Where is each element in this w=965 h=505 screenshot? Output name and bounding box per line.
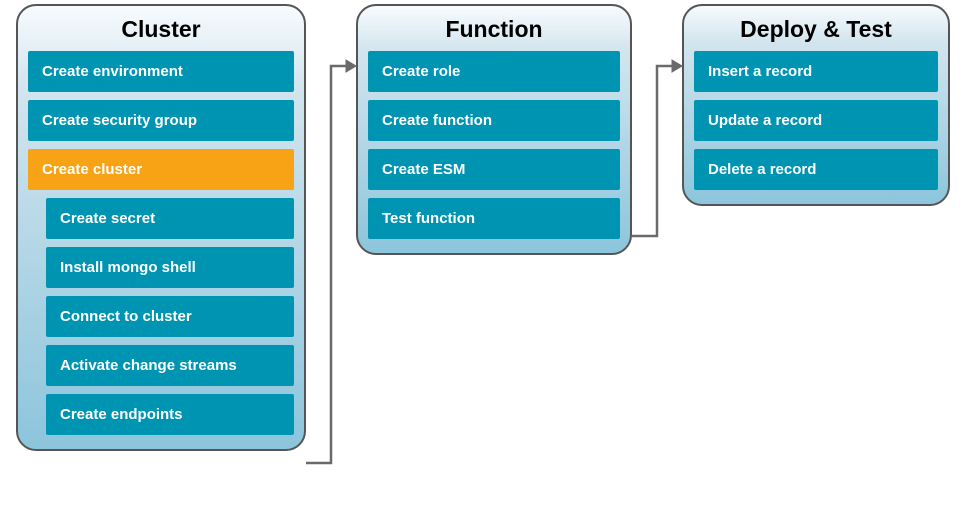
step-create-esm: Create ESM <box>368 149 620 190</box>
step-create-role: Create role <box>368 51 620 92</box>
step-create-endpoints: Create endpoints <box>46 394 294 435</box>
step-delete-record: Delete a record <box>694 149 938 190</box>
panel-cluster: Cluster Create environment Create securi… <box>16 4 306 451</box>
panel-function: Function Create role Create function Cre… <box>356 4 632 255</box>
step-create-function: Create function <box>368 100 620 141</box>
arrow-cluster-to-function <box>306 56 356 476</box>
panel-deploy-title: Deploy & Test <box>694 16 938 43</box>
step-create-cluster: Create cluster <box>28 149 294 190</box>
step-insert-record: Insert a record <box>694 51 938 92</box>
panel-cluster-title: Cluster <box>28 16 294 43</box>
step-create-secret: Create secret <box>46 198 294 239</box>
step-install-mongo-shell: Install mongo shell <box>46 247 294 288</box>
step-create-environment: Create environment <box>28 51 294 92</box>
step-test-function: Test function <box>368 198 620 239</box>
step-create-security-group: Create security group <box>28 100 294 141</box>
arrow-function-to-deploy <box>632 56 682 256</box>
panel-deploy: Deploy & Test Insert a record Update a r… <box>682 4 950 206</box>
step-activate-change-streams: Activate change streams <box>46 345 294 386</box>
panel-function-title: Function <box>368 16 620 43</box>
step-update-record: Update a record <box>694 100 938 141</box>
step-connect-to-cluster: Connect to cluster <box>46 296 294 337</box>
